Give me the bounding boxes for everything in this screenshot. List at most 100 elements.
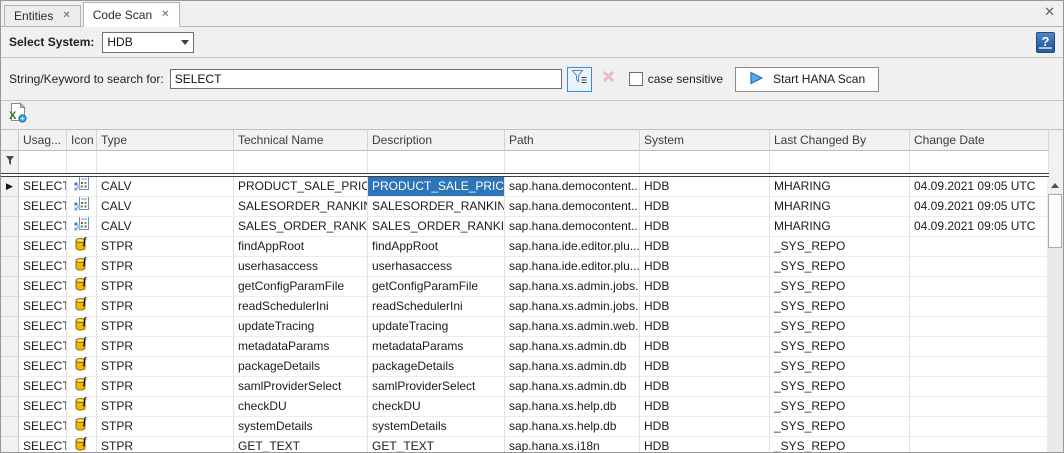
cell-icon[interactable]: f [67,317,97,337]
cell-usage[interactable]: SELECT [19,417,67,437]
cell-system[interactable]: HDB [640,297,770,317]
cell-last_changed_by[interactable]: _SYS_REPO [770,257,910,277]
cell-last_changed_by[interactable]: _SYS_REPO [770,297,910,317]
cell-technical_name[interactable]: systemDetails [234,417,368,437]
cell-description[interactable]: updateTracing [368,317,505,337]
cell-path[interactable]: sap.hana.xs.admin.jobs... [505,277,640,297]
cell-usage[interactable]: SELECT [19,337,67,357]
cell-path[interactable]: sap.hana.ide.editor.plu... [505,237,640,257]
cell-technical_name[interactable]: readSchedulerIni [234,297,368,317]
cell-icon[interactable]: f [67,377,97,397]
column-header-technical_name[interactable]: Technical Name [234,130,368,151]
cell-last_changed_by[interactable]: _SYS_REPO [770,397,910,417]
cell-usage[interactable]: SELECT [19,317,67,337]
cell-type[interactable]: STPR [97,357,234,377]
cell-path[interactable]: sap.hana.ide.editor.plu... [505,257,640,277]
cell-icon[interactable]: f [67,337,97,357]
cell-last_changed_by[interactable]: _SYS_REPO [770,437,910,452]
cell-icon[interactable]: f [67,297,97,317]
cell-type[interactable]: STPR [97,337,234,357]
scroll-up-button[interactable] [1047,177,1063,193]
cell-path[interactable]: sap.hana.xs.admin.db [505,337,640,357]
cell-change_date[interactable] [910,377,1049,397]
cell-type[interactable]: STPR [97,257,234,277]
tab-code-scan-close-icon[interactable]: ✕ [161,10,169,20]
cell-description[interactable]: GET_TEXT [368,437,505,452]
cell-type[interactable]: STPR [97,397,234,417]
cell-description[interactable]: SALESORDER_RANKING... [368,197,505,217]
cell-system[interactable]: HDB [640,317,770,337]
row-indicator[interactable] [1,377,19,397]
cell-technical_name[interactable]: findAppRoot [234,237,368,257]
cell-icon[interactable]: f [67,277,97,297]
cell-description[interactable]: systemDetails [368,417,505,437]
cell-change_date[interactable] [910,257,1049,277]
cell-last_changed_by[interactable]: _SYS_REPO [770,317,910,337]
cell-usage[interactable]: SELECT [19,437,67,452]
cell-usage[interactable]: SELECT [19,397,67,417]
cell-change_date[interactable] [910,277,1049,297]
cell-change_date[interactable] [910,317,1049,337]
cell-usage[interactable]: SELECT [19,377,67,397]
cell-usage[interactable]: SELECT [19,257,67,277]
cell-system[interactable]: HDB [640,437,770,452]
cell-description[interactable]: getConfigParamFile [368,277,505,297]
cell-description[interactable]: SALES_ORDER_RANKIN... [368,217,505,237]
cell-system[interactable]: HDB [640,197,770,217]
cell-type[interactable]: CALV [97,177,234,197]
cell-last_changed_by[interactable]: _SYS_REPO [770,337,910,357]
cell-system[interactable]: HDB [640,337,770,357]
cell-path[interactable]: sap.hana.xs.admin.db [505,357,640,377]
export-to-excel-button[interactable]: X [5,103,29,127]
cell-description[interactable]: readSchedulerIni [368,297,505,317]
panel-close-icon[interactable]: ✕ [1044,5,1055,18]
filter-cell-icon[interactable] [67,151,97,173]
cell-last_changed_by[interactable]: MHARING [770,197,910,217]
cell-change_date[interactable] [910,237,1049,257]
row-indicator[interactable] [1,237,19,257]
cell-change_date[interactable]: 04.09.2021 09:05 UTC [910,197,1049,217]
cell-change_date[interactable] [910,297,1049,317]
cell-description[interactable]: samlProviderSelect [368,377,505,397]
cell-change_date[interactable] [910,337,1049,357]
cell-icon[interactable]: f [67,437,97,452]
cell-usage[interactable]: SELECT [19,357,67,377]
filter-cell-system[interactable] [640,151,770,173]
cell-last_changed_by[interactable]: _SYS_REPO [770,357,910,377]
filter-cell-path[interactable] [505,151,640,173]
column-header-last_changed_by[interactable]: Last Changed By [770,130,910,151]
cell-usage[interactable]: SELECT [19,217,67,237]
filter-cell-description[interactable] [368,151,505,173]
cell-change_date[interactable] [910,437,1049,452]
column-header-change_date[interactable]: Change Date [910,130,1049,151]
cell-technical_name[interactable]: SALES_ORDER_RANKIN... [234,217,368,237]
filter-cell-last_changed_by[interactable] [770,151,910,173]
cell-last_changed_by[interactable]: MHARING [770,217,910,237]
cell-description[interactable]: packageDetails [368,357,505,377]
filter-cell-technical_name[interactable] [234,151,368,173]
filter-cell-type[interactable] [97,151,234,173]
cell-change_date[interactable]: 04.09.2021 09:05 UTC [910,217,1049,237]
cell-system[interactable]: HDB [640,257,770,277]
filter-cell-usage[interactable] [19,151,67,173]
row-indicator[interactable] [1,357,19,377]
row-indicator[interactable] [1,317,19,337]
start-hana-scan-button[interactable]: Start HANA Scan [735,67,879,92]
cell-technical_name[interactable]: packageDetails [234,357,368,377]
cell-path[interactable]: sap.hana.democontent.... [505,177,640,197]
column-header-type[interactable]: Type [97,130,234,151]
cell-type[interactable]: STPR [97,277,234,297]
cell-usage[interactable]: SELECT [19,297,67,317]
cell-system[interactable]: HDB [640,397,770,417]
cell-icon[interactable]: f [67,417,97,437]
selected-cell-description[interactable]: PRODUCT_SALE_PRICE [368,177,505,197]
cell-usage[interactable]: SELECT [19,177,67,197]
tab-entities[interactable]: Entities ✕ [4,5,81,26]
cell-technical_name[interactable]: getConfigParamFile [234,277,368,297]
cell-change_date[interactable] [910,417,1049,437]
cell-path[interactable]: sap.hana.xs.admin.jobs... [505,297,640,317]
vertical-scrollbar[interactable] [1047,177,1063,452]
cell-icon[interactable] [67,197,97,217]
cell-type[interactable]: CALV [97,217,234,237]
row-indicator[interactable] [1,217,19,237]
